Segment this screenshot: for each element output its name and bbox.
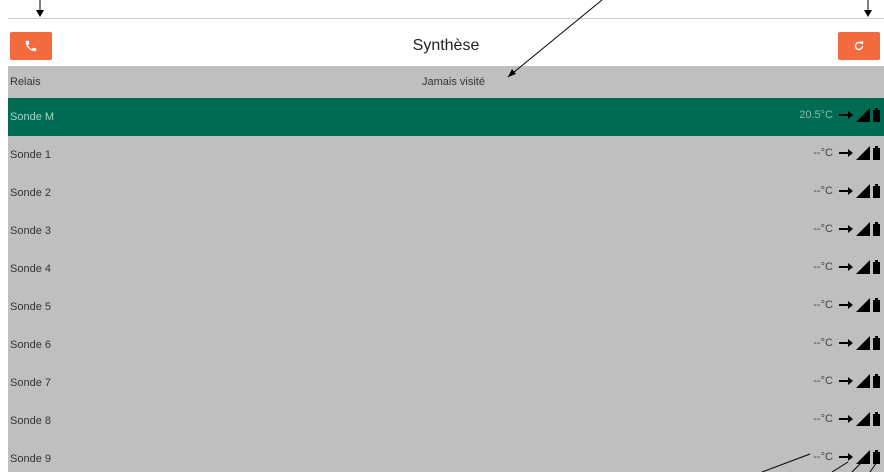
- status-subheader: Relais Jamais visité: [8, 66, 884, 98]
- trend-arrow-icon: [839, 225, 853, 233]
- signal-icon: [856, 108, 870, 122]
- trend-arrow-icon: [839, 339, 853, 347]
- probe-row[interactable]: Sonde 1 --°C: [8, 136, 884, 174]
- signal-icon: [856, 222, 870, 236]
- temperature-value: --°C: [813, 375, 833, 387]
- signal-icon: [856, 146, 870, 160]
- probe-row[interactable]: Sonde 8 --°C: [8, 402, 884, 440]
- probe-row[interactable]: Sonde 6 --°C: [8, 326, 884, 364]
- temperature-value: --°C: [813, 299, 833, 311]
- trend-arrow-icon: [839, 453, 853, 461]
- refresh-button[interactable]: [838, 32, 880, 60]
- probe-name: Sonde 8: [10, 415, 51, 427]
- temperature-value: --°C: [813, 223, 833, 235]
- probe-row[interactable]: Sonde 5 --°C: [8, 288, 884, 326]
- battery-icon: [873, 374, 880, 388]
- probe-row[interactable]: Sonde M 20.5°C: [8, 98, 884, 136]
- relay-label: Relais: [10, 76, 41, 88]
- probe-status: --°C: [813, 412, 880, 426]
- battery-icon: [873, 450, 880, 464]
- probe-row[interactable]: Sonde 7 --°C: [8, 364, 884, 402]
- probe-row[interactable]: Sonde 9 --°C: [8, 440, 884, 472]
- battery-icon: [873, 146, 880, 160]
- battery-icon: [873, 260, 880, 274]
- signal-icon: [856, 412, 870, 426]
- battery-icon: [873, 412, 880, 426]
- signal-icon: [856, 298, 870, 312]
- probe-status: --°C: [813, 298, 880, 312]
- probe-status: 20.5°C: [799, 108, 880, 122]
- probe-status: --°C: [813, 374, 880, 388]
- temperature-value: --°C: [813, 337, 833, 349]
- probe-name: Sonde 7: [10, 377, 51, 389]
- battery-icon: [873, 298, 880, 312]
- trend-arrow-icon: [839, 263, 853, 271]
- probe-list: Sonde M 20.5°C Sonde 1 --°C Sonde 2 --°C Sonde…: [8, 98, 884, 472]
- signal-icon: [856, 336, 870, 350]
- probe-status: --°C: [813, 222, 880, 236]
- signal-icon: [856, 374, 870, 388]
- battery-icon: [873, 336, 880, 350]
- probe-name: Sonde 4: [10, 263, 51, 275]
- probe-name: Sonde 5: [10, 301, 51, 313]
- probe-row[interactable]: Sonde 4 --°C: [8, 250, 884, 288]
- temperature-value: --°C: [813, 147, 833, 159]
- trend-arrow-icon: [839, 187, 853, 195]
- trend-arrow-icon: [839, 415, 853, 423]
- probe-status: --°C: [813, 146, 880, 160]
- battery-icon: [873, 222, 880, 236]
- refresh-icon: [854, 41, 864, 51]
- probe-row[interactable]: Sonde 2 --°C: [8, 174, 884, 212]
- probe-name: Sonde 1: [10, 149, 51, 161]
- temperature-value: --°C: [813, 413, 833, 425]
- trend-arrow-icon: [839, 301, 853, 309]
- probe-name: Sonde M: [10, 111, 55, 123]
- temperature-value: --°C: [813, 261, 833, 273]
- probe-status: --°C: [813, 260, 880, 274]
- probe-status: --°C: [813, 184, 880, 198]
- temperature-value: --°C: [813, 185, 833, 197]
- probe-row[interactable]: Sonde 3 --°C: [8, 212, 884, 250]
- probe-name: Sonde 6: [10, 339, 51, 351]
- page-title: Synthèse: [412, 37, 480, 54]
- trend-arrow-icon: [839, 149, 853, 157]
- battery-icon: [873, 108, 880, 122]
- signal-icon: [856, 260, 870, 274]
- last-visit-label: Jamais visité: [422, 76, 485, 88]
- header-bar: Synthèse: [8, 18, 884, 67]
- signal-icon: [856, 450, 870, 464]
- trend-arrow-icon: [839, 377, 853, 385]
- trend-arrow-icon: [839, 111, 853, 119]
- probe-name: Sonde 3: [10, 225, 51, 237]
- probe-name: Sonde 2: [10, 187, 51, 199]
- probe-name: Sonde 9: [10, 453, 51, 465]
- signal-icon: [856, 184, 870, 198]
- probe-status: --°C: [813, 336, 880, 350]
- probe-status: --°C: [813, 450, 880, 464]
- app-window: Synthèse Relais Jamais visité Sonde M 20.…: [8, 0, 884, 472]
- battery-icon: [873, 184, 880, 198]
- temperature-value: 20.5°C: [799, 109, 833, 121]
- temperature-value: --°C: [813, 451, 833, 463]
